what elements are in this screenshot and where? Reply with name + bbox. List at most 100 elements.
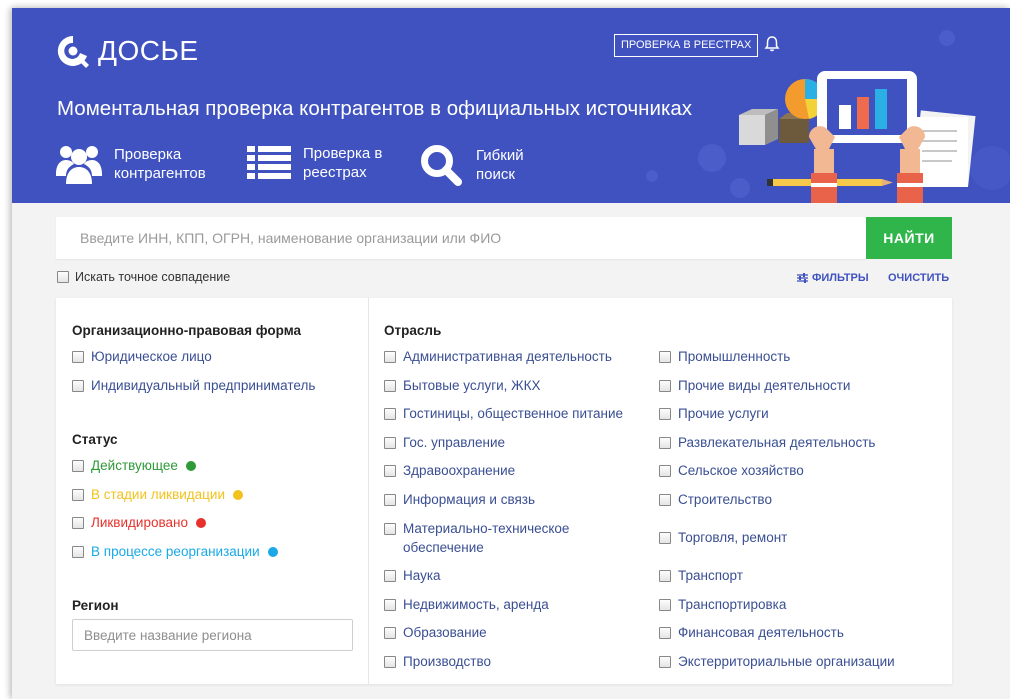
region-input[interactable] <box>72 619 353 651</box>
legal-form-option[interactable]: Индивидуальный предприниматель <box>72 378 315 393</box>
status-dot <box>185 460 196 471</box>
industry-option[interactable]: Гос. управление <box>384 435 505 450</box>
option-label: В стадии ликвидации <box>91 487 225 502</box>
checkbox[interactable] <box>72 488 84 501</box>
checkbox[interactable] <box>659 655 671 668</box>
industry-option[interactable]: Транспортировка <box>659 597 786 612</box>
industry-option[interactable]: Финансовая деятельность <box>659 625 844 640</box>
exact-match-option[interactable]: Искать точное совпадение <box>57 270 230 284</box>
option-label: Недвижимость, аренда <box>403 597 549 612</box>
option-label: Образование <box>403 625 487 640</box>
users-icon <box>56 146 102 184</box>
tablet-illustration <box>739 71 976 203</box>
checkbox[interactable] <box>659 350 671 363</box>
clear-link[interactable]: ОЧИСТИТЬ <box>888 272 949 284</box>
nav-label-line2: реестрах <box>303 164 367 181</box>
industry-option[interactable]: Развлекательная деятельность <box>659 435 875 450</box>
industry-option[interactable]: Наука <box>384 568 441 583</box>
industry-title: Отрасль <box>384 323 442 338</box>
industry-option[interactable]: Промышленность <box>659 349 790 364</box>
nav-label-line2: контрагентов <box>114 165 206 182</box>
checkbox[interactable] <box>384 436 396 449</box>
status-option-liquidating[interactable]: В стадии ликвидации <box>72 487 243 502</box>
checkbox[interactable] <box>72 350 84 363</box>
option-label: В процессе реорганизации <box>91 544 260 559</box>
checkbox[interactable] <box>384 655 396 668</box>
region-title: Регион <box>72 598 119 613</box>
logo-mark-icon <box>57 35 89 68</box>
checkbox[interactable] <box>384 598 396 611</box>
nav-check-registries[interactable]: Проверка в реестрах <box>247 144 382 182</box>
industry-option[interactable]: Транспорт <box>659 568 743 583</box>
industry-option[interactable]: Материально-техническое обеспечение <box>384 519 569 557</box>
option-label: Промышленность <box>678 349 791 364</box>
industry-option[interactable]: Торговля, ремонт <box>659 530 787 545</box>
checkbox[interactable] <box>659 407 671 420</box>
checkbox[interactable] <box>384 464 396 477</box>
industry-option[interactable]: Информация и связь <box>384 492 535 507</box>
checkbox[interactable] <box>384 523 396 535</box>
status-option-liquidated[interactable]: Ликвидировано <box>72 515 206 530</box>
filters-link[interactable]: ФИЛЬТРЫ <box>797 272 869 284</box>
industry-option[interactable]: Бытовые услуги, ЖКХ <box>384 378 541 393</box>
status-dot <box>233 489 243 500</box>
checkbox[interactable] <box>659 493 671 506</box>
industry-option[interactable]: Производство <box>384 654 491 669</box>
search-input[interactable] <box>56 217 866 259</box>
option-label: Бытовые услуги, ЖКХ <box>403 378 541 393</box>
checkbox[interactable] <box>384 407 396 420</box>
option-label: Ликвидировано <box>91 515 188 530</box>
industry-option[interactable]: Экстерриториальные организации <box>659 654 895 669</box>
industry-option[interactable]: Сельское хозяйство <box>659 463 804 478</box>
option-label: Индивидуальный предприниматель <box>91 378 316 393</box>
checkbox[interactable] <box>659 626 671 639</box>
legal-form-title: Организационно-правовая форма <box>72 323 302 338</box>
logo[interactable]: ДОСЬЕ <box>56 34 199 68</box>
nav-label-line1: Проверка в <box>303 145 383 162</box>
checkbox[interactable] <box>659 598 671 611</box>
status-option-reorganization[interactable]: В процессе реорганизации <box>72 544 278 559</box>
status-option-active[interactable]: Действующее <box>72 458 196 473</box>
checkbox[interactable] <box>72 516 84 529</box>
industry-option[interactable]: Здравоохранение <box>384 463 515 478</box>
industry-option[interactable]: Прочие услуги <box>659 406 769 421</box>
checkbox[interactable] <box>384 626 396 639</box>
option-label: Транспорт <box>678 568 743 583</box>
checkbox[interactable] <box>384 493 396 506</box>
option-label: Материально-техническое обеспечение <box>403 519 569 557</box>
nav-label-line1: Гибкий <box>476 147 524 164</box>
checkbox[interactable] <box>659 569 671 582</box>
nav-check-counterparties[interactable]: Проверка контрагентов <box>56 144 206 184</box>
option-label: Административная деятельность <box>403 349 612 364</box>
find-button[interactable]: НАЙТИ <box>866 217 952 259</box>
checkbox[interactable] <box>659 379 671 392</box>
exact-match-checkbox[interactable] <box>57 271 69 283</box>
option-label: Юридическое лицо <box>91 349 212 364</box>
checkbox[interactable] <box>384 350 396 363</box>
industry-option[interactable]: Административная деятельность <box>384 349 612 364</box>
industry-option[interactable]: Строительство <box>659 492 772 507</box>
filter-panel: Организационно-правовая форма Юридическо… <box>56 298 952 684</box>
industry-option[interactable]: Гостиницы, общественное питание <box>384 406 623 421</box>
sliders-icon <box>797 273 808 283</box>
checkbox[interactable] <box>659 436 671 449</box>
list-icon <box>247 146 291 179</box>
checkbox[interactable] <box>384 379 396 392</box>
panel-divider <box>368 298 369 684</box>
logo-text: ДОСЬЕ <box>98 35 199 66</box>
bell-icon[interactable] <box>764 35 780 53</box>
checkbox[interactable] <box>72 545 84 558</box>
nav-flexible-search[interactable]: Гибкий поиск <box>420 144 524 186</box>
checkbox[interactable] <box>659 531 671 544</box>
industry-option[interactable]: Прочие виды деятельности <box>659 378 850 393</box>
checkbox[interactable] <box>384 569 396 582</box>
industry-option[interactable]: Образование <box>384 625 487 640</box>
legal-form-option[interactable]: Юридическое лицо <box>72 349 212 364</box>
option-label-line2: обеспечение <box>403 540 484 555</box>
checkbox[interactable] <box>72 459 84 472</box>
option-label: Здравоохранение <box>403 463 516 478</box>
industry-option[interactable]: Недвижимость, аренда <box>384 597 549 612</box>
checkbox[interactable] <box>659 464 671 477</box>
checkbox[interactable] <box>72 379 84 392</box>
option-label: Гос. управление <box>403 435 505 450</box>
